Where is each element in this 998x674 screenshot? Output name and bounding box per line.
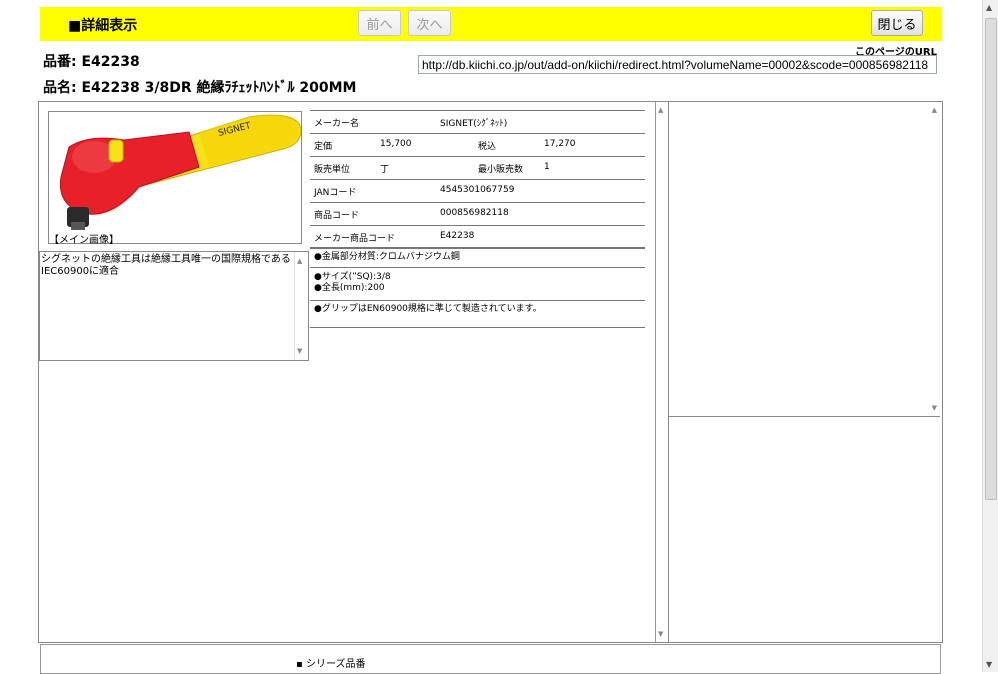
product-name: 品名: E42238 3/8DR 絶縁ﾗﾁｪｯﾄﾊﾝﾄﾞﾙ 200MM (43, 80, 357, 96)
spec-row-maker-code: メーカー商品コード E42238 (310, 225, 645, 249)
scroll-up-icon[interactable]: ▲ (986, 3, 992, 12)
scroll-down-icon[interactable]: ▼ (986, 660, 992, 669)
spec-label: JANコード (314, 188, 357, 198)
column-divider (655, 102, 656, 642)
next-button[interactable]: 次へ (408, 10, 451, 36)
feature-block: ●金属部分材質:クロムバナジウム鋼 (310, 247, 645, 266)
description-text: シグネットの絶縁工具は絶縁工具唯一の国際規格であるIEC60900に適合 (41, 254, 291, 277)
spec-row-unit: 販売単位 丁 最小販売数 1 (310, 156, 645, 179)
spec-label: 定価 (314, 142, 333, 152)
header-bar: ■詳細表示 (40, 7, 941, 41)
description-scrollbar[interactable]: ▲ ▼ (294, 252, 308, 360)
image-caption: 【メイン画像】 (49, 235, 119, 246)
spec-label: 商品コード (314, 211, 360, 221)
feature-grip: ●グリップはEN60900規格に準じて製造されています。 (314, 304, 542, 314)
page-title: ■詳細表示 (68, 18, 138, 34)
main-image-frame: SIGNET (48, 111, 302, 244)
scroll-thumb[interactable] (985, 18, 997, 500)
page-scrollbar[interactable]: ▲ ▼ (982, 0, 998, 672)
spec-row-code: 商品コード 000856982118 (310, 202, 645, 225)
scroll-down-icon[interactable]: ▼ (932, 404, 937, 412)
scroll-up-icon[interactable]: ▲ (297, 255, 302, 267)
spec-value: SIGNET(ｼｸﾞﾈｯﾄ) (440, 119, 508, 129)
ratchet-handle-image: SIGNET (59, 114, 302, 230)
right-upper-panel[interactable]: ▲ ▼ (668, 102, 940, 417)
spec-label: 販売単位 (314, 165, 351, 175)
spec-value: 丁 (380, 165, 390, 175)
spec-row-price: 定価 15,700 税込 17,270 (310, 133, 645, 156)
spec-label: メーカー商品コード (314, 234, 396, 244)
spec-table: メーカー名 SIGNET(ｼｸﾞﾈｯﾄ) 定価 15,700 税込 17,270… (310, 110, 645, 249)
spec-row-jan: JANコード 4545301067759 (310, 179, 645, 202)
series-item: ▪ シリーズ品番 (296, 659, 366, 670)
series-label: シリーズ品番 (305, 659, 366, 670)
page-url-field[interactable]: http://db.kiichi.co.jp/out/add-on/kiichi… (418, 55, 937, 74)
spec-value: 15,700 (380, 139, 412, 149)
spec-value: 000856982118 (440, 208, 509, 218)
series-section (40, 644, 941, 674)
scroll-down-icon[interactable]: ▼ (297, 345, 302, 357)
right-lower-panel-border (668, 417, 669, 642)
spec-value: E42238 (440, 231, 475, 241)
spec-label: メーカー名 (314, 119, 360, 129)
spec-value: 4545301067759 (440, 185, 515, 195)
spec-label: 税込 (478, 142, 497, 152)
spec-label: 最小販売数 (478, 165, 524, 175)
feature-size: ●サイズ(”SQ):3/8 (314, 272, 391, 282)
feature-block: ●サイズ(”SQ):3/8 ●全長(mm):200 (310, 267, 645, 299)
prev-button[interactable]: 前へ (358, 10, 401, 36)
scroll-up-icon[interactable]: ▲ (932, 106, 937, 114)
feature-length: ●全長(mm):200 (314, 283, 385, 293)
feature-material: ●金属部分材質:クロムバナジウム鋼 (314, 252, 460, 262)
spec-row-maker: メーカー名 SIGNET(ｼｸﾞﾈｯﾄ) (310, 110, 645, 133)
feature-block: ●グリップはEN60900規格に準じて製造されています。 (310, 300, 645, 328)
spec-value: 1 (544, 162, 550, 172)
scroll-up-icon[interactable]: ▲ (658, 106, 663, 114)
close-button[interactable]: 閉じる (871, 10, 923, 36)
product-number: 品番: E42238 (43, 54, 140, 70)
spec-value: 17,270 (544, 139, 576, 149)
scroll-down-icon[interactable]: ▼ (658, 630, 663, 638)
description-box[interactable]: シグネットの絶縁工具は絶縁工具唯一の国際規格であるIEC60900に適合 ▲ ▼ (39, 251, 309, 361)
